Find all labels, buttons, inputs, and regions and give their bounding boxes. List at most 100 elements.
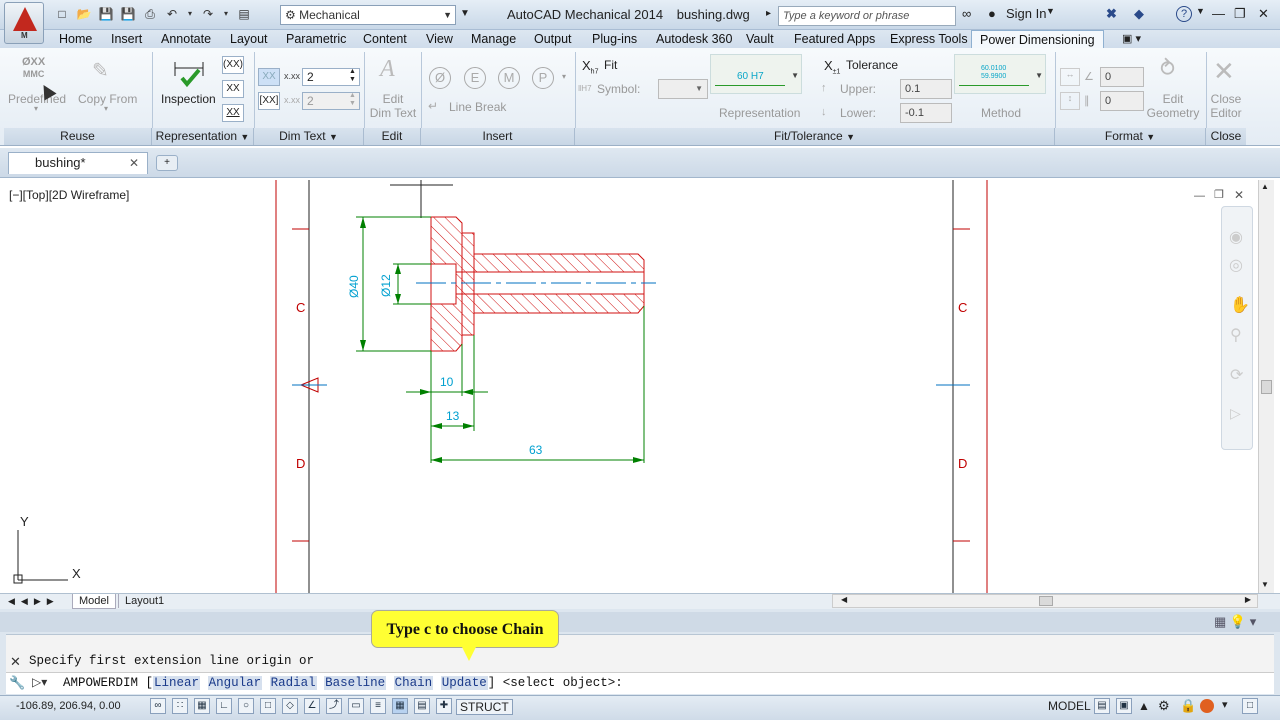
lock-icon[interactable]: 🔒: [1180, 698, 1196, 714]
edit-dim-text-button[interactable]: Edit Dim Text: [366, 92, 420, 120]
help-icon[interactable]: ?: [1176, 6, 1192, 22]
upper-deviation-input[interactable]: 0.1: [900, 79, 952, 99]
zoom-icon[interactable]: ⚲: [1230, 325, 1242, 345]
tab-output[interactable]: Output: [534, 30, 572, 48]
tab-express-tools[interactable]: Express Tools: [890, 30, 968, 48]
full-navigation-wheel-icon[interactable]: ◉: [1229, 227, 1243, 247]
reference-dim-button[interactable]: (XX): [222, 56, 244, 74]
tab-model[interactable]: Model: [72, 594, 116, 609]
sign-in-dropdown-icon[interactable]: ▼: [1046, 6, 1055, 16]
text-spacing-icon[interactable]: ↔: [1060, 68, 1080, 86]
scroll-right-icon[interactable]: ▶: [1245, 595, 1251, 604]
method-gallery[interactable]: 60.0100 59.9900 ▼: [954, 54, 1046, 94]
representation-gallery[interactable]: 60 H7 ▼: [710, 54, 802, 94]
showmotion-icon[interactable]: ▷: [1230, 405, 1241, 422]
viewport-restore-icon[interactable]: ❐: [1214, 188, 1224, 201]
viewport-minimize-icon[interactable]: —: [1194, 190, 1205, 202]
lower-deviation-input[interactable]: -0.1: [900, 103, 952, 123]
tab-annotate[interactable]: Annotate: [161, 30, 211, 48]
help-dropdown-icon[interactable]: ▼: [1196, 6, 1205, 16]
restore-window-icon[interactable]: ❐: [1234, 6, 1246, 22]
fit-toggle[interactable]: Fit: [604, 58, 617, 72]
status-menu-icon[interactable]: ▾: [1222, 698, 1228, 711]
save-as-icon[interactable]: 💾: [120, 6, 136, 22]
lineweight-icon[interactable]: ≡: [370, 698, 386, 714]
polar-tracking-icon[interactable]: ○: [238, 698, 254, 714]
panel-representation-title[interactable]: Representation ▼: [152, 128, 254, 145]
wrench-icon[interactable]: 🔧: [9, 675, 25, 691]
panel-dim-text-title[interactable]: Dim Text ▼: [254, 128, 364, 145]
alt-precision-stepper[interactable]: ▲ ▼: [349, 92, 356, 108]
close-window-icon[interactable]: ✕: [1258, 6, 1269, 22]
minimize-window-icon[interactable]: —: [1212, 6, 1225, 21]
application-menu-button[interactable]: M: [4, 2, 44, 44]
snap-mode-icon[interactable]: ∷: [172, 698, 188, 714]
envelope-symbol-button[interactable]: E: [464, 67, 486, 89]
option-linear[interactable]: Linear: [153, 676, 201, 690]
option-radial[interactable]: Radial: [269, 676, 317, 690]
coordinates-readout[interactable]: -106.89, 206.94, 0.00: [16, 700, 121, 712]
layout-nav-arrows[interactable]: ◀◀▶▶: [8, 594, 60, 608]
tab-layout1[interactable]: Layout1: [118, 594, 170, 608]
stay-connected-icon[interactable]: ◆: [1134, 6, 1144, 22]
undo-icon[interactable]: ↶: [164, 6, 180, 22]
infer-constraints-icon[interactable]: ∞: [150, 698, 166, 714]
close-editor-button[interactable]: Close Editor: [1206, 92, 1246, 120]
selection-cycling-icon[interactable]: ✚: [436, 698, 452, 714]
mmc-symbol-button[interactable]: M: [498, 67, 520, 89]
vertical-scrollbar[interactable]: ▲ ▼: [1258, 180, 1274, 593]
recent-commands-icon[interactable]: ▷▾: [32, 675, 47, 689]
model-space-toggle[interactable]: MODEL: [1048, 699, 1091, 713]
workspace-dropdown[interactable]: ⚙ Mechanical ▼: [280, 5, 456, 25]
tab-content[interactable]: Content: [363, 30, 407, 48]
struct-toggle[interactable]: STRUCT: [456, 699, 513, 715]
search-expand-icon[interactable]: ▸: [766, 8, 771, 19]
dynamic-input-icon[interactable]: ▭: [348, 698, 364, 714]
exchange-icon[interactable]: ✖: [1106, 6, 1117, 22]
option-chain[interactable]: Chain: [393, 676, 434, 690]
basic-dim-button[interactable]: XX: [222, 80, 244, 98]
fit-symbol-select[interactable]: ▼: [658, 79, 708, 99]
not-to-scale-button[interactable]: XX: [222, 104, 244, 122]
document-tab-bushing[interactable]: bushing* ✕: [8, 152, 148, 174]
object-snap-tracking-icon[interactable]: ∠: [304, 698, 320, 714]
projected-symbol-button[interactable]: P: [532, 67, 554, 89]
search-input[interactable]: Type a keyword or phrase: [778, 6, 956, 26]
sign-in-link[interactable]: Sign In: [1006, 6, 1046, 21]
tab-power-dimensioning[interactable]: Power Dimensioning: [971, 30, 1104, 48]
clean-screen-icon[interactable]: □: [1242, 698, 1258, 714]
tab-parametric[interactable]: Parametric: [286, 30, 346, 48]
workspace-switching-icon[interactable]: ⚙: [1158, 698, 1170, 714]
tab-vault[interactable]: Vault: [746, 30, 774, 48]
print-icon[interactable]: ⎙: [142, 6, 158, 22]
dim-text-alt-button[interactable]: [XX]: [258, 92, 280, 110]
steering-wheel-icon[interactable]: ◎: [1229, 255, 1243, 275]
horizontal-scroll-thumb[interactable]: [1039, 596, 1053, 606]
redo-icon[interactable]: ↷: [200, 6, 216, 22]
quick-properties-icon[interactable]: ▤: [414, 698, 430, 714]
qat-dropdown-icon[interactable]: ▼: [460, 8, 470, 19]
user-icon[interactable]: ●: [988, 6, 996, 21]
ribbon-minimize-icon[interactable]: ▣ ▾: [1122, 32, 1141, 45]
edit-geometry-button[interactable]: Edit Geometry: [1146, 92, 1200, 120]
inspection-button[interactable]: Inspection: [161, 92, 216, 106]
3d-object-snap-icon[interactable]: ◇: [282, 698, 298, 714]
format-value-1[interactable]: 0: [1100, 67, 1144, 87]
panel-format-title[interactable]: Format ▼: [1055, 128, 1206, 145]
redo-dropdown-icon[interactable]: ▾: [222, 6, 230, 22]
tab-insert[interactable]: Insert: [111, 30, 142, 48]
tab-home[interactable]: Home: [59, 30, 92, 48]
dynamic-ucs-icon[interactable]: ⤴: [326, 698, 342, 714]
primary-precision-stepper[interactable]: ▲ ▼: [349, 68, 356, 84]
scroll-left-icon[interactable]: ◀: [841, 595, 847, 604]
horizontal-scrollbar[interactable]: ◀ ▶: [832, 594, 1258, 608]
close-tab-icon[interactable]: ✕: [129, 153, 139, 173]
binoculars-icon[interactable]: ∞: [962, 6, 971, 21]
command-icon-group[interactable]: ▦ 💡 ▾: [1214, 614, 1256, 630]
chevron-down-icon[interactable]: ▼: [791, 71, 799, 80]
grid-display-icon[interactable]: ▦: [194, 698, 210, 714]
vertical-scroll-thumb[interactable]: [1261, 380, 1272, 394]
line-spacing-icon[interactable]: ↕: [1060, 92, 1080, 110]
tab-plug-ins[interactable]: Plug-ins: [592, 30, 637, 48]
tab-view[interactable]: View: [426, 30, 453, 48]
